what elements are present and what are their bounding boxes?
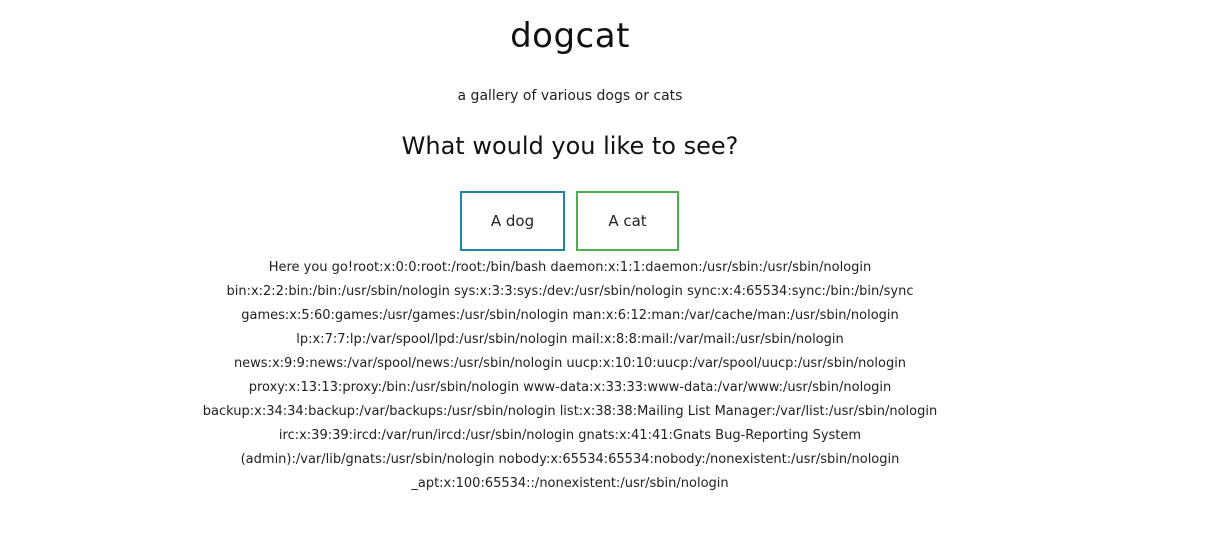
result-output: Here you go!root:x:0:0:root:/root:/bin/b… <box>202 260 938 491</box>
site-subtitle: a gallery of various dogs or cats <box>457 88 683 104</box>
cat-button[interactable]: A cat <box>576 191 679 251</box>
site-title: dogcat <box>510 16 630 56</box>
dog-button[interactable]: A dog <box>460 191 565 251</box>
dog-button-label: A dog <box>490 212 535 230</box>
page: dogcat a gallery of various dogs or cats… <box>0 0 1220 534</box>
selection-prompt: What would you like to see? <box>401 132 739 160</box>
cat-button-label: A cat <box>608 212 647 230</box>
choice-buttons: A dog A cat <box>460 191 679 251</box>
